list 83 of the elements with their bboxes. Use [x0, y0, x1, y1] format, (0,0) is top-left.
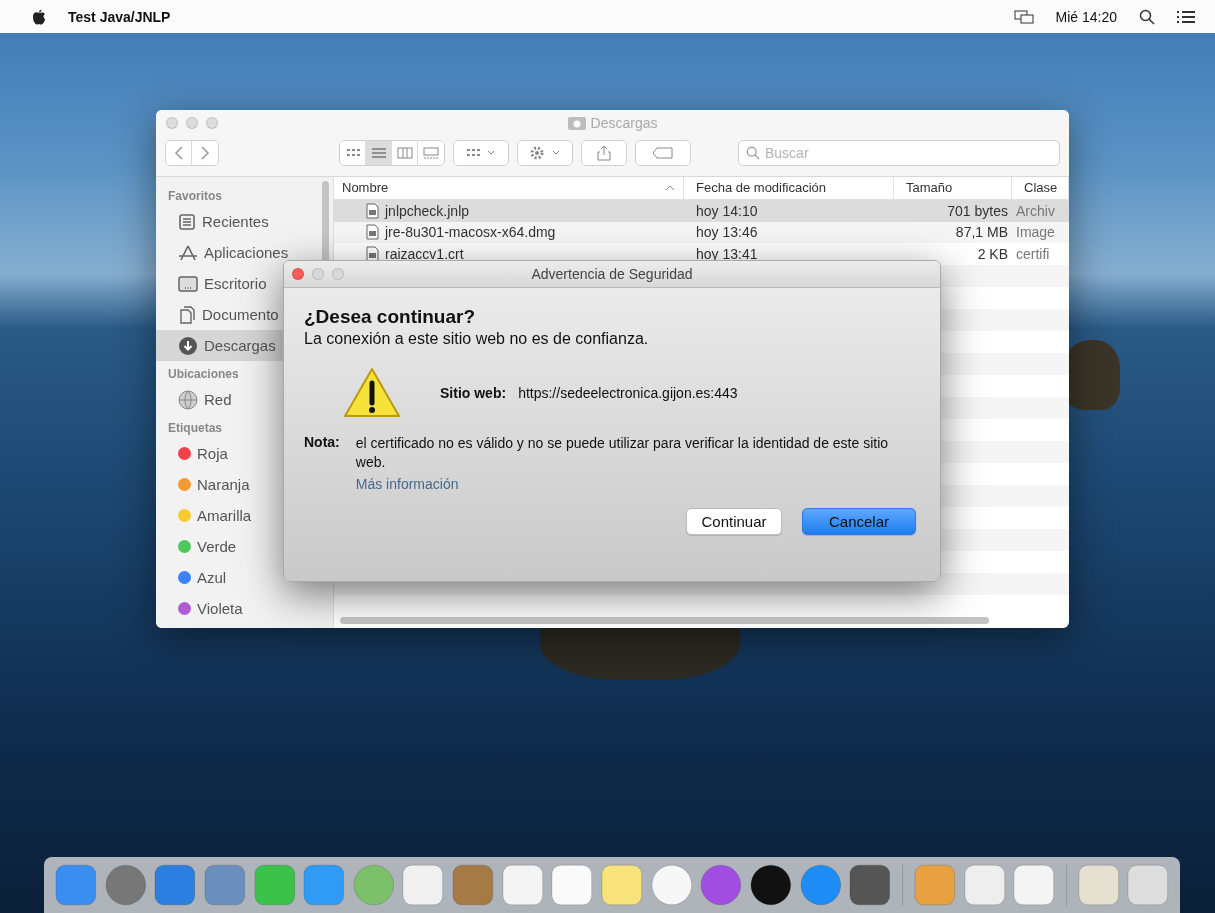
grid-dropdown-icon [466, 148, 496, 158]
site-url: https://sedeelectronica.gijon.es:443 [518, 385, 738, 401]
search-field[interactable]: Buscar [738, 140, 1060, 166]
kind-cell: Image [1016, 224, 1055, 241]
sidebar-item[interactable]: Red [156, 384, 333, 415]
file-name: raizaccv1.crt [385, 246, 464, 263]
desktop-icon [178, 275, 198, 292]
group-button[interactable] [454, 141, 508, 165]
window-control[interactable] [206, 117, 218, 129]
icon-view-button[interactable] [340, 141, 366, 165]
kind-cell: Archiv [1016, 202, 1055, 219]
back-button[interactable] [166, 141, 192, 165]
search-icon [746, 146, 760, 160]
date-cell: hoy 14:10 [696, 202, 758, 219]
gallery-icon [423, 147, 439, 159]
dialog-title: Advertencia de Seguridad [530, 266, 694, 282]
file-name: jre-8u301-macosx-x64.dmg [385, 224, 556, 241]
column-header[interactable]: Tamaño [894, 177, 1012, 199]
note-label: Nota: [304, 434, 340, 452]
app-store-icon [178, 243, 198, 262]
column-header[interactable]: Fecha de modificación [684, 177, 894, 199]
share-button[interactable] [582, 141, 626, 165]
file-name: jnlpcheck.jnlp [385, 202, 470, 219]
list-view-button[interactable] [366, 141, 392, 165]
grid-icon [345, 148, 360, 158]
window-control[interactable] [166, 117, 178, 129]
size-cell: 87,1 MB [955, 224, 1008, 241]
file-row[interactable]: jre-8u301-macosx-x64.dmg hoy 13:46 87,1 MB Image [334, 221, 1069, 244]
file-icon [366, 224, 379, 241]
note-text: el certificado no es válido y no se puede utilizar para verificar la identidad de este sitio web. [355, 434, 890, 472]
warning-icon [342, 366, 402, 420]
tag-button[interactable] [636, 141, 690, 165]
sidebar-item[interactable]: Verde [156, 531, 333, 562]
menu-clock[interactable]: Mié 14:20 [1055, 8, 1117, 25]
sidebar-item[interactable]: Violeta [156, 593, 333, 624]
sidebar-item[interactable]: Amarilla [156, 500, 333, 531]
cancel-button[interactable]: Cancelar [802, 508, 916, 535]
dialog-heading: ¿Desea continuar? [304, 306, 477, 328]
column-header[interactable]: Nombre [334, 177, 684, 199]
app-name[interactable]: Test Java/JNLP [68, 8, 171, 25]
file-icon [366, 202, 379, 219]
tag-icon [652, 147, 674, 159]
tray-icon [178, 212, 196, 231]
share-icon [597, 145, 611, 161]
more-info-link[interactable]: Más información [355, 476, 459, 492]
file-row[interactable]: jnlpcheck.jnlp hoy 14:10 701 bytes Archiv [334, 199, 1069, 222]
kind-cell: certifi [1016, 246, 1050, 263]
size-cell: 2 KB [977, 246, 1008, 263]
download-icon [178, 335, 198, 356]
sidebar-heading: Favoritos [168, 189, 222, 203]
continue-button[interactable]: Continuar [686, 508, 782, 535]
columns-icon [396, 147, 413, 159]
sidebar-item[interactable]: Aplicaciones [156, 237, 333, 268]
sidebar-heading: Etiquetas [168, 421, 222, 435]
site-label: Sitio web: [440, 385, 507, 401]
window-control[interactable] [312, 268, 324, 280]
document-icon [178, 305, 196, 324]
search-icon [1139, 8, 1155, 25]
apple-logo-icon [32, 8, 46, 25]
window-control[interactable] [332, 268, 344, 280]
action-button[interactable] [518, 141, 572, 165]
column-header[interactable]: Clase [1012, 177, 1069, 199]
display-icon [1013, 8, 1034, 25]
date-cell: hoy 13:46 [696, 224, 758, 241]
sidebar-item[interactable]: Azul [156, 562, 333, 593]
sort-caret-icon [665, 184, 675, 191]
sidebar-item[interactable]: Naranja [156, 469, 333, 500]
window-control[interactable] [186, 117, 198, 129]
size-cell: 701 bytes [947, 202, 1008, 219]
list-icon [371, 147, 386, 159]
folder-icon [567, 116, 586, 130]
sidebar-item[interactable]: Escritorio [156, 268, 333, 299]
window-title: Descargas [590, 115, 658, 131]
scrollbar[interactable] [340, 617, 989, 624]
chevron-right-icon [200, 146, 210, 160]
sidebar-heading: Ubicaciones [168, 367, 239, 381]
gear-icon [529, 145, 561, 161]
sidebar-item[interactable]: Recientes [156, 206, 333, 237]
close-button[interactable] [292, 268, 304, 280]
chevron-left-icon [173, 146, 184, 160]
view-switcher[interactable] [339, 140, 445, 166]
globe-icon [178, 389, 198, 410]
list-icon [1177, 9, 1195, 24]
